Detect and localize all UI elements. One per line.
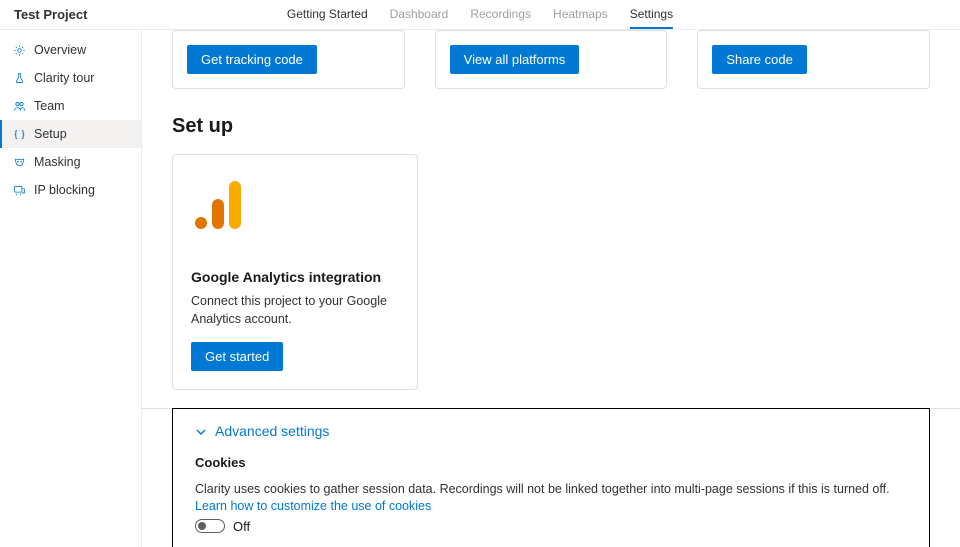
cookies-heading: Cookies (195, 455, 907, 470)
sidebar-item-overview[interactable]: Overview (0, 36, 141, 64)
people-icon (12, 99, 26, 113)
sidebar: Overview Clarity tour Team Setup Masking (0, 30, 142, 547)
tracking-code-card: Get tracking code (172, 30, 405, 89)
platforms-card: View all platforms (435, 30, 668, 89)
view-all-platforms-button[interactable]: View all platforms (450, 45, 580, 74)
sidebar-item-label: Masking (34, 155, 81, 169)
flask-icon (12, 71, 26, 85)
cookies-description: Clarity uses cookies to gather session d… (195, 480, 907, 499)
tab-dashboard[interactable]: Dashboard (390, 0, 449, 29)
top-cards-row: Get tracking code View all platforms Sha… (142, 30, 960, 89)
cookies-toggle-row: Off (195, 519, 907, 534)
cookies-learn-link[interactable]: Learn how to customize the use of cookie… (195, 499, 907, 513)
ga-card-description: Connect this project to your Google Anal… (191, 293, 399, 328)
main-content: Get tracking code View all platforms Sha… (142, 30, 960, 547)
sidebar-item-masking[interactable]: Masking (0, 148, 141, 176)
cookies-toggle-label: Off (233, 519, 250, 534)
sidebar-item-label: Overview (34, 43, 86, 57)
blocking-icon (12, 183, 26, 197)
sidebar-item-label: Team (34, 99, 65, 113)
cookies-toggle[interactable] (195, 519, 225, 533)
share-code-button[interactable]: Share code (712, 45, 807, 74)
tab-settings[interactable]: Settings (630, 0, 673, 29)
google-analytics-card: Google Analytics integration Connect thi… (172, 154, 418, 390)
share-code-card: Share code (697, 30, 930, 89)
sidebar-item-team[interactable]: Team (0, 92, 141, 120)
get-tracking-code-button[interactable]: Get tracking code (187, 45, 317, 74)
sidebar-item-ip-blocking[interactable]: IP blocking (0, 176, 141, 204)
mask-icon (12, 155, 26, 169)
advanced-settings-toggle[interactable]: Advanced settings (195, 423, 907, 439)
setup-heading: Set up (172, 115, 960, 138)
tab-getting-started[interactable]: Getting Started (287, 0, 368, 29)
advanced-settings-label: Advanced settings (215, 423, 329, 439)
ga-card-title: Google Analytics integration (191, 269, 399, 285)
tab-recordings[interactable]: Recordings (470, 0, 531, 29)
gear-icon (12, 43, 26, 57)
tab-heatmaps[interactable]: Heatmaps (553, 0, 608, 29)
sidebar-item-label: Clarity tour (34, 71, 94, 85)
top-nav: Getting Started Dashboard Recordings Hea… (287, 0, 673, 29)
sidebar-item-label: IP blocking (34, 183, 95, 197)
sidebar-item-setup[interactable]: Setup (0, 120, 141, 148)
code-braces-icon (12, 127, 26, 141)
project-title: Test Project (14, 7, 87, 22)
google-analytics-logo-icon (191, 177, 251, 233)
ga-get-started-button[interactable]: Get started (191, 342, 283, 371)
sidebar-item-label: Setup (34, 127, 67, 141)
advanced-settings-panel: Advanced settings Cookies Clarity uses c… (172, 408, 930, 547)
top-bar: Test Project Getting Started Dashboard R… (0, 0, 960, 30)
chevron-down-icon (195, 425, 207, 437)
sidebar-item-clarity-tour[interactable]: Clarity tour (0, 64, 141, 92)
